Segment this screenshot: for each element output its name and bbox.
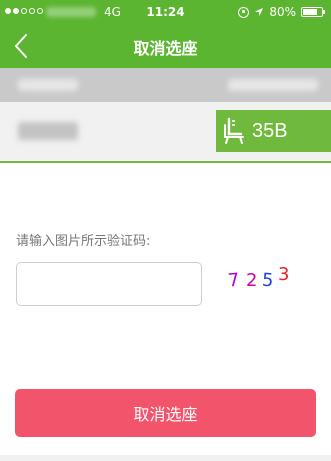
bottom-strip: [0, 455, 331, 461]
captcha-image[interactable]: 7 2 5 3: [222, 264, 302, 298]
battery-icon: [301, 7, 325, 17]
captcha-input[interactable]: [16, 262, 202, 306]
seat-badge: 35B: [216, 110, 331, 152]
redacted-text: [18, 79, 78, 91]
lock-rotation-icon: [238, 6, 250, 18]
captcha-char: 7: [226, 269, 241, 292]
status-right-group: 80%: [238, 5, 325, 19]
captcha-prompt: 请输入图片所示验证码:: [16, 234, 151, 249]
page-title: 取消选座: [133, 39, 198, 58]
passenger-name-redacted: [18, 122, 78, 140]
seat-number: 35B: [252, 119, 288, 142]
divider: [0, 161, 331, 163]
seat-icon: [224, 117, 244, 144]
navigation-bar: 取消选座: [0, 24, 331, 68]
captcha-char: 2: [246, 270, 258, 291]
status-bar: 4G 11:24 80%: [0, 0, 331, 24]
location-arrow-icon: [255, 8, 264, 16]
battery-percent: 80%: [269, 5, 296, 19]
redacted-text: [228, 79, 318, 91]
cancel-seat-button[interactable]: 取消选座: [15, 389, 316, 437]
battery-level: [303, 9, 318, 15]
flight-info-redacted: [0, 68, 331, 102]
captcha-char: 3: [278, 264, 290, 285]
captcha-char: 5: [261, 269, 275, 292]
